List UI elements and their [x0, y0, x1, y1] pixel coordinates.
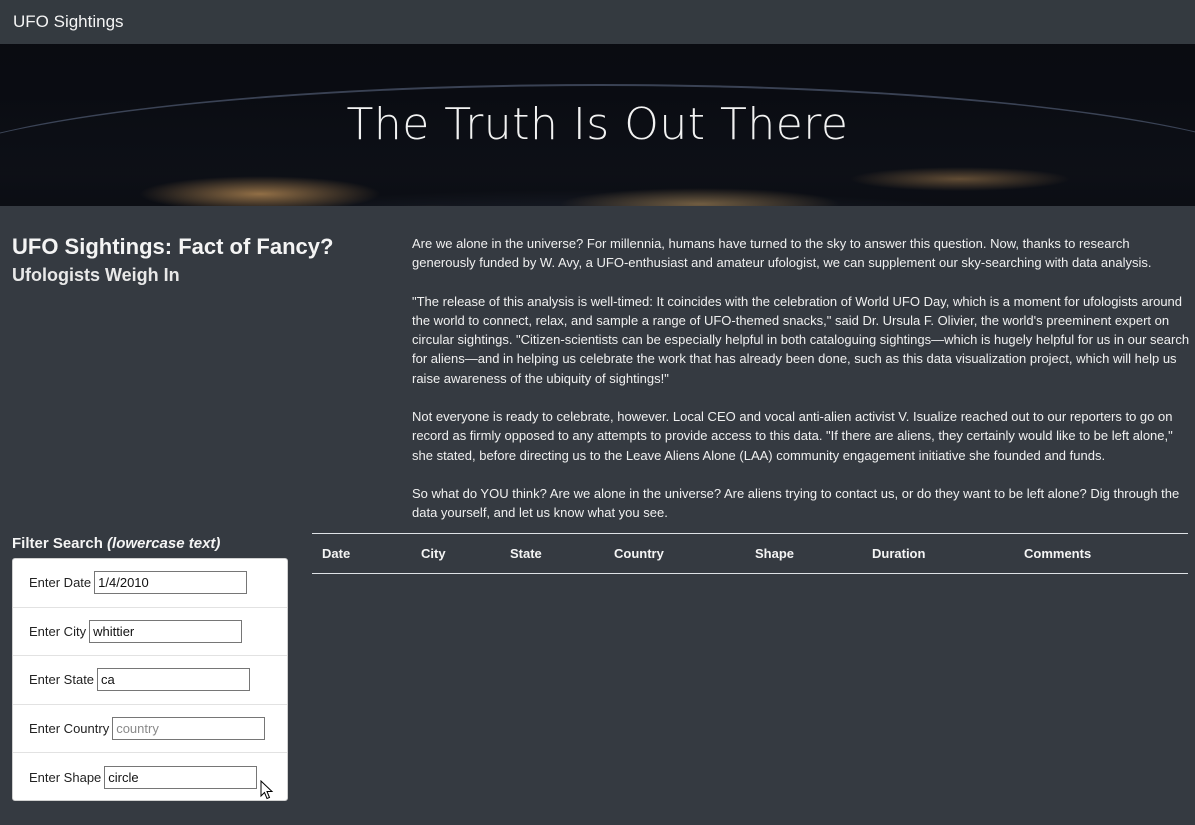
hero-heading: The Truth Is Out There	[346, 99, 849, 150]
date-label: Enter Date	[29, 575, 92, 591]
filter-row-date: Enter Date	[13, 559, 287, 608]
filter-row-country: Enter Country	[13, 705, 287, 754]
navbar-brand-link[interactable]: UFO Sightings	[13, 12, 124, 32]
column-header-date[interactable]: Date	[312, 533, 411, 574]
column-header-country[interactable]: Country	[604, 533, 745, 574]
navbar: UFO Sightings	[0, 0, 1195, 44]
column-header-state[interactable]: State	[500, 533, 604, 574]
article-paragraph: "The release of this analysis is well-ti…	[412, 293, 1190, 386]
article-subtitle: Ufologists Weigh In	[12, 265, 180, 285]
column-header-comments[interactable]: Comments	[1014, 533, 1188, 574]
date-input[interactable]	[94, 571, 248, 595]
shape-label: Enter Shape	[29, 770, 102, 786]
article-title: UFO Sightings: Fact of Fancy?	[12, 234, 334, 259]
article-paragraph: Not everyone is ready to celebrate, howe…	[412, 409, 1173, 463]
article-paragraph: So what do YOU think? Are we alone in th…	[412, 485, 1180, 521]
ufo-table: Date City State Country Shape Duration C…	[312, 533, 1188, 574]
hero-banner: The Truth Is Out There	[0, 44, 1195, 206]
column-header-city[interactable]: City	[411, 533, 500, 574]
mouse-cursor-icon	[260, 780, 274, 800]
ufo-table-container: Date City State Country Shape Duration C…	[312, 533, 1188, 574]
shape-input[interactable]	[104, 766, 258, 790]
filter-search-heading: Filter Search (lowercase text)	[12, 535, 220, 552]
filter-search-title: Filter Search	[12, 535, 103, 552]
filter-row-shape: Enter Shape	[13, 753, 287, 802]
article-body: Are we alone in the universe? For millen…	[412, 234, 1192, 542]
column-header-duration[interactable]: Duration	[862, 533, 1014, 574]
filter-row-city: Enter City	[13, 608, 287, 657]
table-header-row: Date City State Country Shape Duration C…	[312, 533, 1188, 574]
country-label: Enter Country	[29, 721, 110, 737]
filter-search-note: (lowercase text)	[107, 535, 221, 552]
filter-row-state: Enter State	[13, 656, 287, 705]
column-header-shape[interactable]: Shape	[745, 533, 862, 574]
country-input[interactable]	[112, 717, 266, 741]
city-label: Enter City	[29, 623, 87, 639]
filter-panel: Enter Date Enter City Enter State Enter …	[12, 558, 288, 801]
state-input[interactable]	[97, 668, 251, 692]
city-input[interactable]	[89, 619, 243, 643]
article-paragraph: Are we alone in the universe? For millen…	[412, 236, 1152, 271]
state-label: Enter State	[29, 672, 95, 688]
